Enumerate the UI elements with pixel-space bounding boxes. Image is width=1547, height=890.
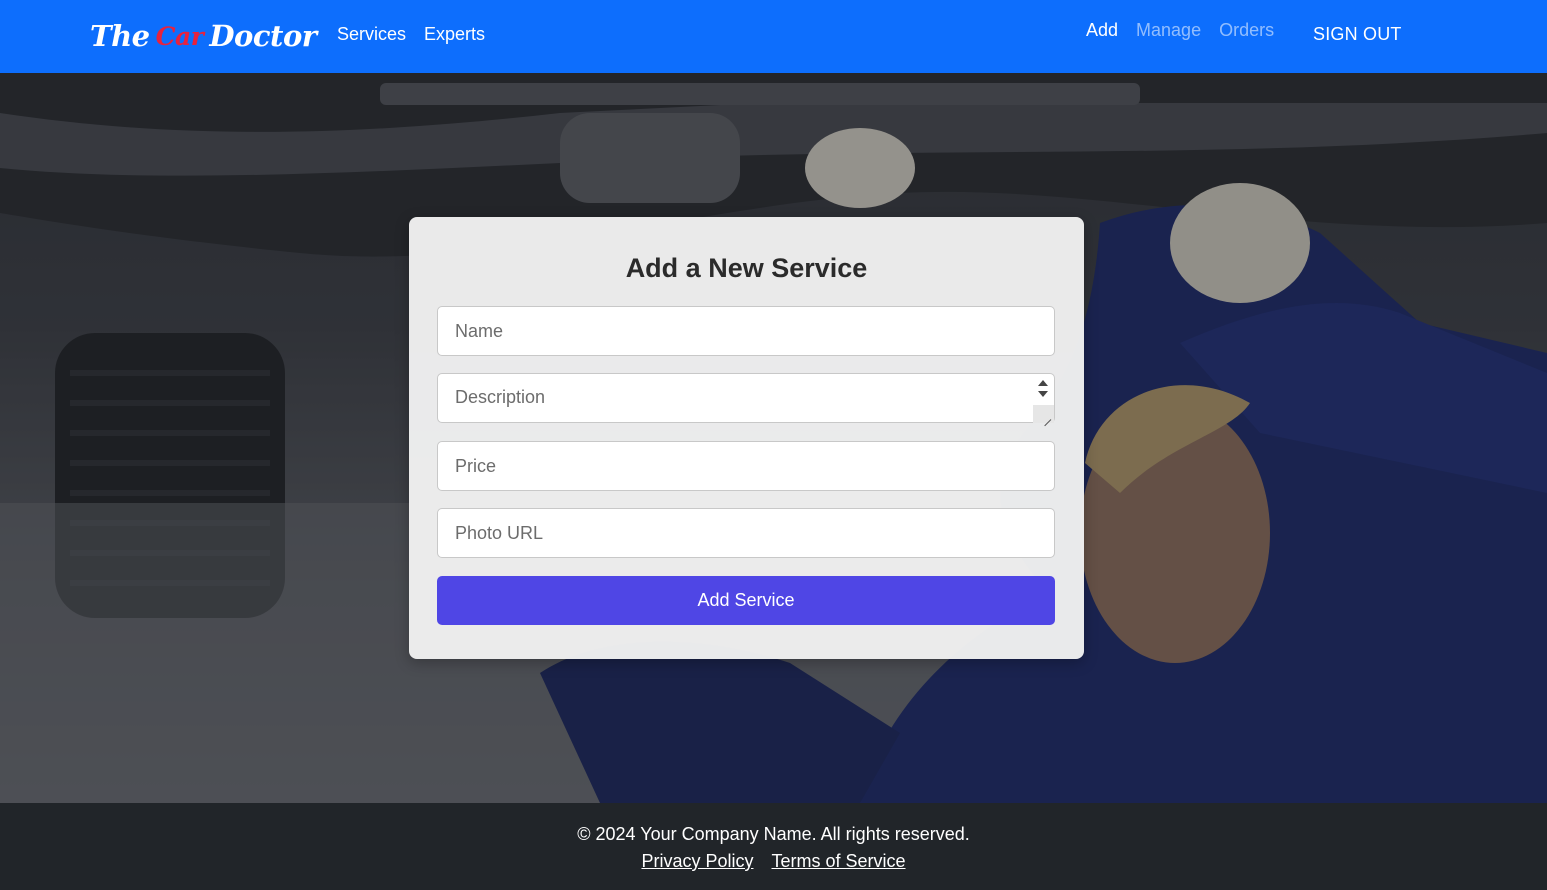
brand-word-the: The <box>90 19 150 53</box>
nav-link-orders[interactable]: Orders <box>1219 20 1274 41</box>
nav-link-services[interactable]: Services <box>337 24 406 45</box>
primary-nav: Services Experts <box>337 24 485 45</box>
service-price-input[interactable] <box>437 441 1055 491</box>
page-footer: © 2024 Your Company Name. All rights res… <box>0 803 1547 890</box>
add-service-button[interactable]: Add Service <box>437 576 1055 625</box>
copyright-text: © 2024 Your Company Name. All rights res… <box>577 824 970 844</box>
scroll-down-arrow-icon[interactable] <box>1038 391 1048 397</box>
brand-word-doctor: Doctor <box>209 19 317 53</box>
resize-grip-icon[interactable] <box>1033 405 1054 423</box>
scroll-up-arrow-icon[interactable] <box>1038 380 1048 386</box>
add-service-card: Add a New Service Add Service <box>409 217 1084 659</box>
photo-url-input[interactable] <box>437 508 1055 558</box>
brand-word-car: Car <box>155 21 204 51</box>
nav-link-experts[interactable]: Experts <box>424 24 485 45</box>
nav-link-manage[interactable]: Manage <box>1136 20 1201 41</box>
form-title: Add a New Service <box>625 253 868 283</box>
textarea-resize-scroll-control[interactable] <box>1033 373 1054 423</box>
top-navbar: The Car Doctor Services Experts Add Mana… <box>0 0 1547 73</box>
brand-logo[interactable]: The Car Doctor <box>90 14 317 58</box>
service-description-textarea[interactable] <box>437 373 1055 423</box>
nav-link-add[interactable]: Add <box>1086 20 1118 41</box>
sign-out-button[interactable]: SIGN OUT <box>1313 24 1402 45</box>
terms-of-service-link[interactable]: Terms of Service <box>771 851 905 872</box>
admin-nav: Add Manage Orders <box>1086 20 1274 41</box>
footer-links: Privacy Policy Terms of Service <box>0 851 1547 872</box>
privacy-policy-link[interactable]: Privacy Policy <box>641 851 753 872</box>
service-name-input[interactable] <box>437 306 1055 356</box>
